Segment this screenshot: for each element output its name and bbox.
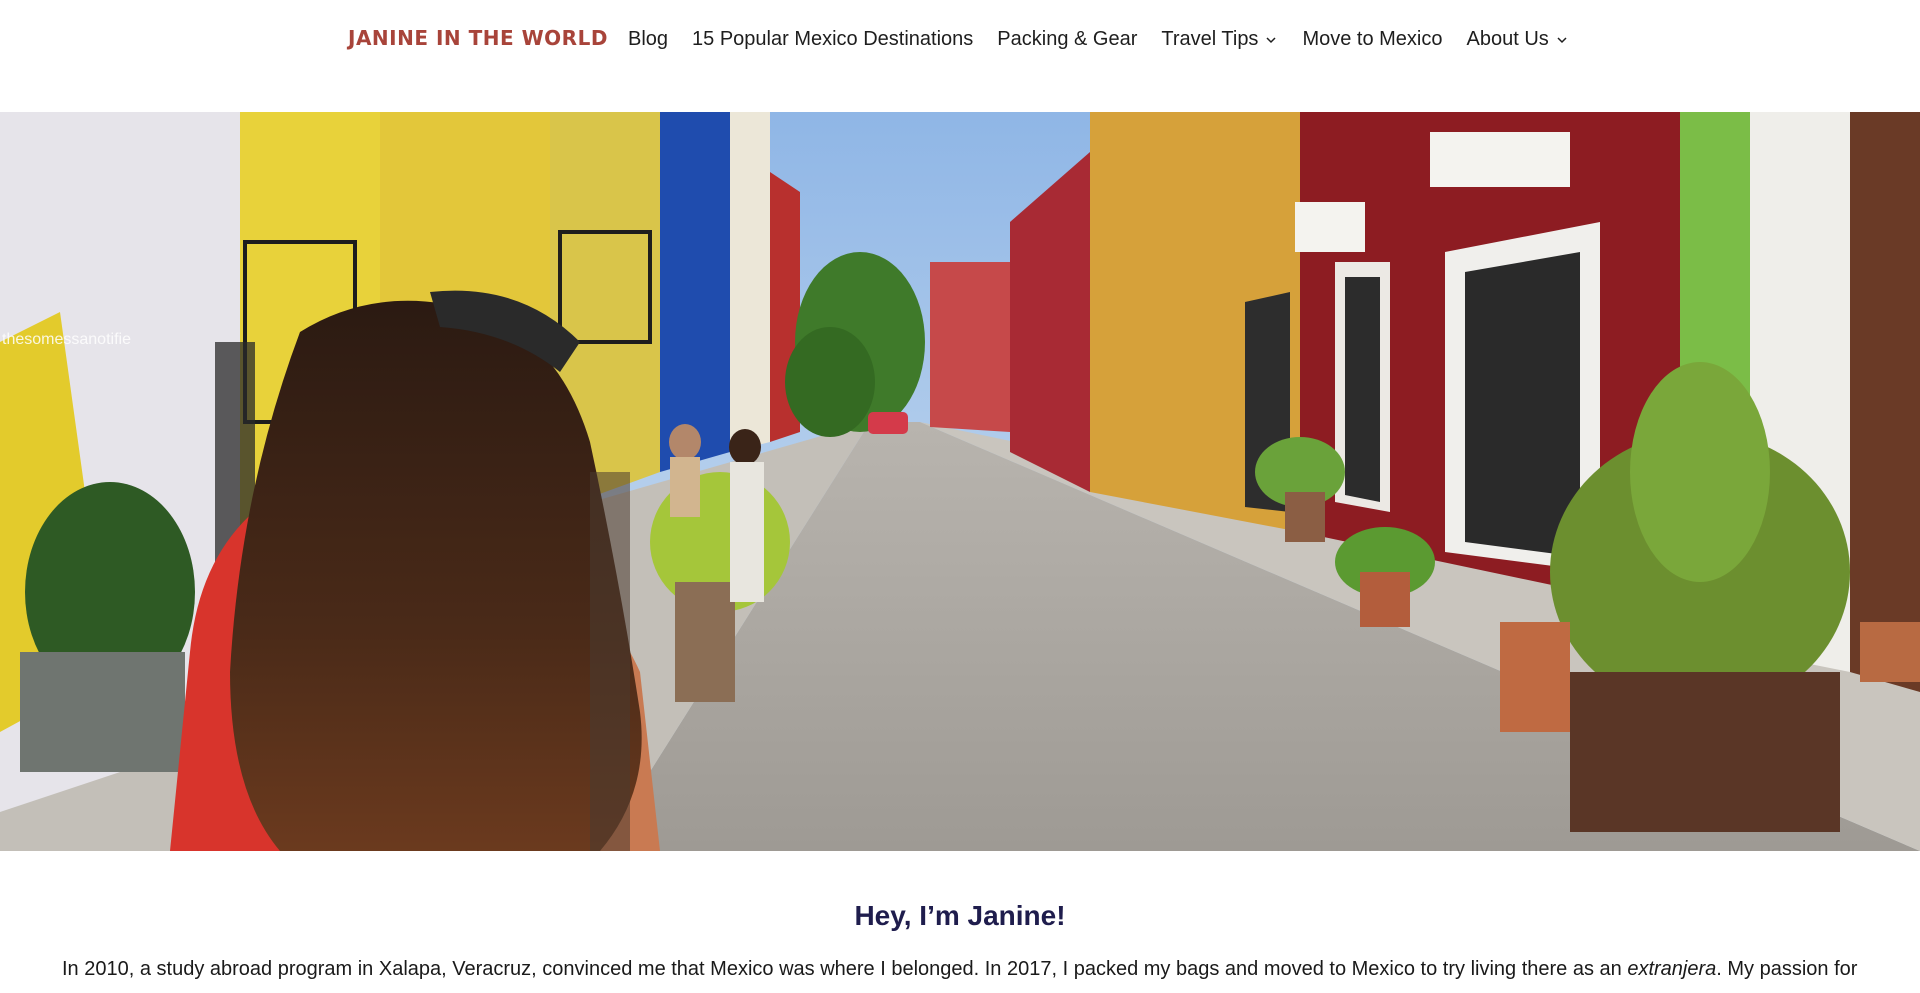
main-nav: Blog 15 Popular Mexico Destinations Pack… bbox=[628, 28, 1569, 51]
nav-item-label: Blog bbox=[628, 28, 669, 50]
wall-text: thesomessanotifie bbox=[2, 331, 131, 348]
chevron-down-icon bbox=[1266, 36, 1276, 43]
nav-item-label: Travel Tips bbox=[1161, 28, 1259, 50]
street-scene-illustration: thesomessanotifie bbox=[0, 112, 1920, 851]
nav-item-label: About Us bbox=[1466, 28, 1549, 50]
nav-item-label: Packing & Gear bbox=[997, 28, 1138, 50]
intro-text-italic: extranjera bbox=[1627, 958, 1717, 980]
site-logo[interactable]: JANINE IN THE WORLD bbox=[348, 26, 608, 50]
intro-text-end: . My passion for bbox=[1716, 958, 1858, 980]
hero-image: thesomessanotifie bbox=[0, 112, 1920, 851]
nav-item-move-to-mexico[interactable]: Move to Mexico bbox=[1302, 28, 1442, 51]
nav-item-destinations[interactable]: 15 Popular Mexico Destinations bbox=[692, 28, 973, 51]
intro-paragraph: In 2010, a study abroad program in Xalap… bbox=[62, 958, 1862, 981]
intro-section: Hey, I’m Janine! In 2010, a study abroad… bbox=[0, 851, 1920, 993]
nav-item-label: Move to Mexico bbox=[1302, 28, 1443, 50]
intro-heading: Hey, I’m Janine! bbox=[854, 900, 1066, 931]
nav-item-about-us[interactable]: About Us bbox=[1467, 28, 1569, 51]
nav-item-blog[interactable]: Blog bbox=[628, 28, 668, 51]
nav-item-label: 15 Popular Mexico Destinations bbox=[692, 28, 974, 50]
nav-item-packing-gear[interactable]: Packing & Gear bbox=[997, 28, 1137, 51]
nav-item-travel-tips[interactable]: Travel Tips bbox=[1161, 28, 1278, 51]
intro-text-start: In 2010, a study abroad program in Xalap… bbox=[62, 958, 1628, 980]
site-header: JANINE IN THE WORLD Blog 15 Popular Mexi… bbox=[0, 0, 1920, 112]
chevron-down-icon bbox=[1557, 36, 1567, 43]
